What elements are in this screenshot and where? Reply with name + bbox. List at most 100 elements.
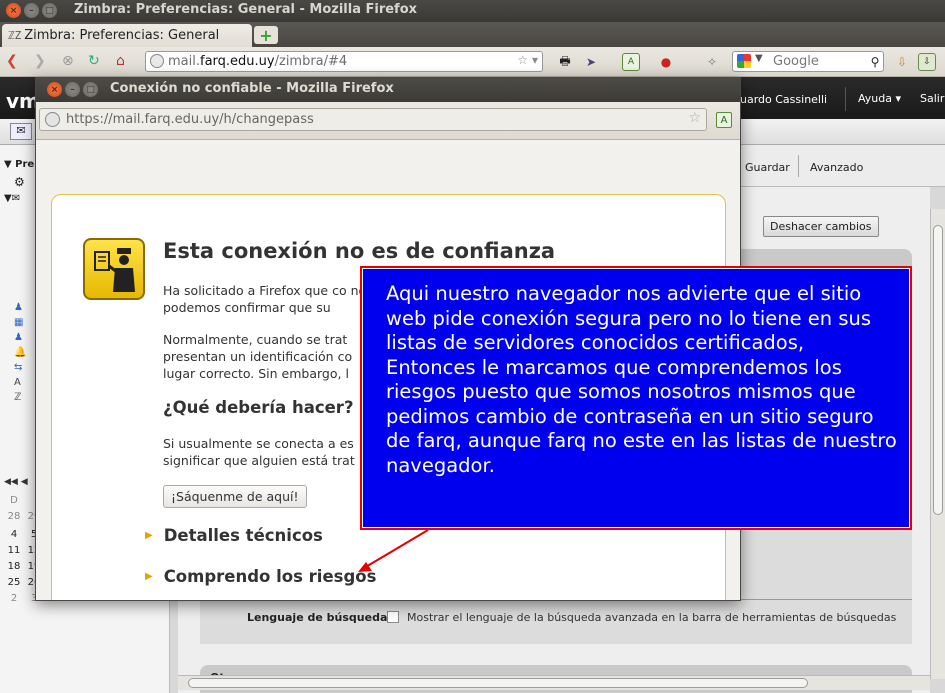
horizontal-scrollbar[interactable] bbox=[178, 675, 930, 690]
addon-icon[interactable]: A bbox=[622, 53, 640, 71]
user-name: uardo Cassinelli bbox=[740, 93, 828, 106]
dialog-url: https://mail.farq.edu.uy/h/changepass bbox=[66, 112, 314, 127]
calendar-day[interactable]: 4 bbox=[4, 529, 24, 540]
help-menu[interactable]: Ayuda ▾ bbox=[858, 92, 901, 105]
save-button[interactable]: Guardar bbox=[745, 161, 790, 174]
gear-icon[interactable]: ⚙ bbox=[14, 175, 25, 189]
stop-icon[interactable]: ⊗ bbox=[62, 53, 74, 69]
sidebar-label: Pre bbox=[15, 159, 35, 170]
help-label: Ayuda bbox=[858, 92, 892, 105]
error-paragraph-1: Ha solicitado a Firefox que co no podemo… bbox=[163, 283, 367, 315]
error-heading: Esta conexión no es de confianza bbox=[163, 239, 556, 263]
annotation-callout: Aqui nuestro navegador nos advierte que … bbox=[360, 266, 912, 530]
technical-details-expander[interactable]: ▶ Detalles técnicos bbox=[145, 526, 323, 545]
vertical-scrollbar[interactable] bbox=[930, 209, 945, 679]
dialog-titlebar: × – □ Conexión no confiable - Mozilla Fi… bbox=[36, 78, 740, 102]
minimize-dialog-button[interactable]: – bbox=[65, 82, 80, 97]
search-language-text: Mostrar el lenguaje de la búsqueda avanz… bbox=[407, 611, 897, 624]
security-officer-icon bbox=[83, 238, 145, 300]
home-icon[interactable]: ⌂ bbox=[116, 53, 125, 69]
download-icon[interactable]: ⇩ bbox=[893, 53, 911, 71]
bell-icon[interactable]: 🔔 bbox=[14, 347, 34, 359]
sidebar-header: ▼ Pre bbox=[4, 159, 35, 170]
print-icon[interactable]: 🖶 bbox=[556, 53, 574, 71]
mail-icon[interactable]: ✉ bbox=[10, 123, 32, 140]
site-identity-icon[interactable] bbox=[45, 112, 60, 127]
annotation-text: Aqui nuestro navegador nos advierte que … bbox=[386, 282, 897, 477]
google-search-engine-icon[interactable] bbox=[737, 54, 751, 68]
search-icon[interactable]: ⚲ bbox=[866, 53, 884, 71]
calendar-nav[interactable]: ◀◀ ◀ bbox=[4, 477, 28, 487]
forward-icon[interactable]: ❯ bbox=[34, 53, 46, 69]
bookmark-star-icon[interactable]: ☆ bbox=[688, 110, 701, 126]
chevron-down-icon[interactable]: ▼ bbox=[755, 53, 763, 64]
extension-icon[interactable]: ⇩ bbox=[918, 53, 936, 71]
window-title: Zimbra: Preferencias: General - Mozilla … bbox=[74, 2, 418, 17]
expander-triangle-icon: ▶ bbox=[145, 530, 153, 541]
get-me-out-button[interactable]: ¡Sáquenme de aquí! bbox=[163, 485, 307, 508]
tab-zimbra-preferences[interactable]: ℤZ Zimbra: Preferencias: General bbox=[2, 24, 252, 47]
understand-risks-expander[interactable]: ▶ Comprendo los riesgos bbox=[145, 567, 376, 586]
addon-icon[interactable]: A bbox=[716, 112, 732, 128]
address-bar[interactable]: mail.farq.edu.uy/zimbra/#4 ☆ ▾ bbox=[145, 51, 543, 72]
tab-favicon-icon: ℤZ bbox=[8, 29, 22, 42]
close-dialog-button[interactable]: × bbox=[47, 82, 62, 97]
toolbar-divider bbox=[798, 155, 799, 177]
expander-triangle-icon: ▶ bbox=[145, 571, 153, 582]
site-identity-icon[interactable] bbox=[150, 54, 164, 68]
person-icon[interactable]: ♟ bbox=[14, 302, 34, 314]
calendar-day[interactable]: 2 bbox=[4, 593, 24, 604]
reload-icon[interactable]: ↻ bbox=[88, 53, 100, 69]
url-suffix: /zimbra/#4 bbox=[274, 54, 348, 69]
search-bar[interactable]: ▼ Google bbox=[732, 51, 884, 72]
calendar-day[interactable]: 18 bbox=[4, 561, 24, 572]
horizontal-scroll-thumb[interactable] bbox=[188, 678, 808, 688]
calendar-icon[interactable]: ▦ bbox=[14, 317, 34, 329]
zimlet-icon[interactable]: ℤ bbox=[14, 392, 34, 404]
window-titlebar: × – □ Zimbra: Preferencias: General - Mo… bbox=[0, 0, 945, 22]
bookmark-star-icon[interactable]: ☆ ▾ bbox=[517, 53, 538, 67]
technical-details-label: Detalles técnicos bbox=[163, 526, 323, 545]
ladybug-icon[interactable]: ● bbox=[657, 53, 675, 71]
undo-changes-button[interactable]: Deshacer cambios bbox=[763, 216, 879, 237]
calendar-day[interactable]: 25 bbox=[4, 577, 24, 588]
send-icon[interactable]: ➤ bbox=[582, 53, 600, 71]
maximize-window-button[interactable]: □ bbox=[42, 3, 57, 18]
header-divider bbox=[845, 87, 846, 111]
back-icon[interactable]: ❮ bbox=[6, 53, 18, 69]
dialog-url-bar: https://mail.farq.edu.uy/h/changepass ☆ … bbox=[36, 102, 740, 140]
search-language-checkbox[interactable] bbox=[387, 611, 399, 623]
logout-link[interactable]: Salir bbox=[920, 92, 944, 105]
url-domain: farq.edu.uy bbox=[200, 54, 275, 69]
maximize-dialog-button[interactable]: □ bbox=[83, 82, 98, 97]
vertical-scroll-thumb[interactable] bbox=[933, 225, 943, 515]
tab-title: Zimbra: Preferencias: General bbox=[24, 28, 220, 43]
dialog-address-field[interactable]: https://mail.farq.edu.uy/h/changepass ☆ bbox=[39, 108, 707, 131]
search-language-row: Lenguaje de búsqueda: Mostrar el lenguaj… bbox=[200, 599, 912, 644]
navigation-toolbar: ❮ ❯ ⊗ ↻ ⌂ mail.farq.edu.uy/zimbra/#4 ☆ ▾… bbox=[0, 47, 945, 77]
tab-strip: ℤZ Zimbra: Preferencias: General + bbox=[0, 22, 945, 47]
dialog-title: Conexión no confiable - Mozilla Firefox bbox=[110, 81, 394, 96]
dialog-window-controls: × – □ bbox=[47, 82, 98, 97]
error-paragraph-3: Si usualmente se conecta a es significar… bbox=[163, 436, 355, 468]
minimize-window-button[interactable]: – bbox=[24, 3, 39, 18]
contacts-icon[interactable]: ♟ bbox=[14, 332, 34, 344]
calendar-day-header: D bbox=[10, 494, 18, 506]
mail-folder-icon[interactable]: ▼✉ bbox=[4, 193, 20, 204]
what-to-do-heading: ¿Qué debería hacer? bbox=[163, 398, 354, 417]
calendar-day[interactable]: 28 bbox=[4, 511, 24, 522]
search-placeholder: Google bbox=[773, 54, 819, 69]
close-window-button[interactable]: × bbox=[6, 3, 21, 18]
window-controls: × – □ bbox=[6, 3, 57, 18]
sync-icon[interactable]: ⇆ bbox=[14, 362, 34, 374]
sidebar-icons: ♟ ▦ ♟ 🔔 ⇆ A ℤ bbox=[14, 302, 34, 404]
puzzle-icon[interactable]: ✧ bbox=[703, 53, 721, 71]
url-prefix: mail. bbox=[168, 54, 200, 69]
search-language-label: Lenguaje de búsqueda: bbox=[247, 611, 392, 624]
advanced-button[interactable]: Avanzado bbox=[810, 161, 863, 174]
error-paragraph-2: Normalmente, cuando se trat presentan un… bbox=[163, 332, 353, 381]
font-icon[interactable]: A bbox=[14, 377, 34, 389]
understand-risks-label: Comprendo los riesgos bbox=[163, 567, 377, 586]
calendar-day[interactable]: 11 bbox=[4, 545, 24, 556]
new-tab-button[interactable]: + bbox=[254, 26, 278, 45]
